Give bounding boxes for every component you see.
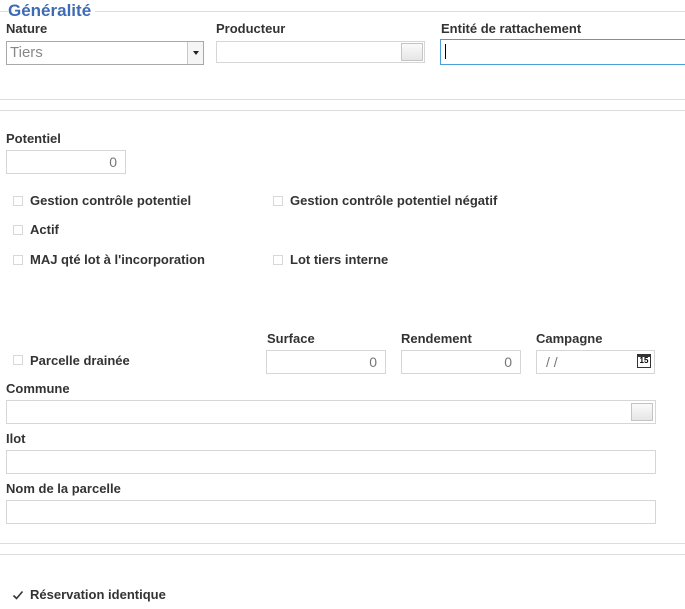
entite-label: Entité de rattachement — [441, 21, 582, 36]
divider-2 — [0, 110, 685, 111]
divider-4 — [0, 554, 685, 555]
nature-select[interactable]: Tiers — [6, 41, 204, 65]
campagne-label: Campagne — [536, 331, 603, 346]
chevron-down-icon — [192, 51, 199, 55]
parcelle-drainee-checkbox[interactable] — [13, 355, 23, 365]
producteur-lookup-button[interactable] — [401, 43, 423, 61]
surface-value: 0 — [369, 354, 377, 370]
surface-label: Surface — [267, 331, 315, 346]
gestion-controle-potentiel-label: Gestion contrôle potentiel — [30, 193, 192, 208]
divider-3 — [0, 543, 685, 544]
calendar-icon[interactable]: 15 — [637, 354, 651, 368]
nom-parcelle-label: Nom de la parcelle — [6, 481, 121, 496]
nature-dropdown-button[interactable] — [187, 42, 203, 64]
gestion-controle-potentiel-negatif-label: Gestion contrôle potentiel négatif — [290, 193, 498, 208]
ilot-label: Ilot — [6, 431, 26, 446]
rendement-value: 0 — [504, 354, 512, 370]
nature-selected-value: Tiers — [10, 44, 43, 61]
gestion-controle-potentiel-checkbox[interactable] — [13, 196, 23, 206]
entite-field[interactable] — [440, 39, 685, 65]
actif-label: Actif — [30, 222, 59, 237]
campagne-field[interactable]: / / 15 — [536, 350, 655, 374]
maj-qte-lot-checkbox[interactable] — [13, 255, 23, 265]
nature-label: Nature — [6, 21, 48, 36]
reservation-identique-checkbox[interactable] — [12, 588, 24, 600]
check-icon — [12, 590, 24, 600]
commune-field[interactable] — [6, 400, 656, 424]
rendement-label: Rendement — [401, 331, 472, 346]
potentiel-label: Potentiel — [6, 131, 61, 146]
potentiel-field[interactable]: 0 — [6, 150, 126, 174]
gestion-controle-potentiel-negatif-checkbox[interactable] — [273, 196, 283, 206]
potentiel-value: 0 — [109, 154, 117, 170]
form-root: Généralité Nature Producteur Entité de r… — [0, 0, 685, 609]
section-top-divider — [0, 11, 685, 12]
producteur-label: Producteur — [216, 21, 286, 36]
lot-tiers-interne-checkbox[interactable] — [273, 255, 283, 265]
surface-field[interactable]: 0 — [266, 350, 386, 374]
divider-1 — [0, 99, 685, 100]
text-cursor — [445, 44, 446, 59]
producteur-field[interactable] — [216, 41, 425, 63]
lot-tiers-interne-label: Lot tiers interne — [290, 252, 389, 267]
commune-lookup-button[interactable] — [631, 403, 653, 421]
rendement-field[interactable]: 0 — [401, 350, 521, 374]
actif-checkbox[interactable] — [13, 225, 23, 235]
nom-parcelle-field[interactable] — [6, 500, 656, 524]
commune-label: Commune — [6, 381, 70, 396]
parcelle-drainee-label: Parcelle drainée — [30, 353, 130, 368]
ilot-field[interactable] — [6, 450, 656, 474]
campagne-value: / / — [546, 354, 558, 370]
reservation-identique-label: Réservation identique — [30, 587, 166, 602]
section-title: Généralité — [8, 1, 96, 21]
maj-qte-lot-label: MAJ qté lot à l'incorporation — [30, 252, 205, 267]
